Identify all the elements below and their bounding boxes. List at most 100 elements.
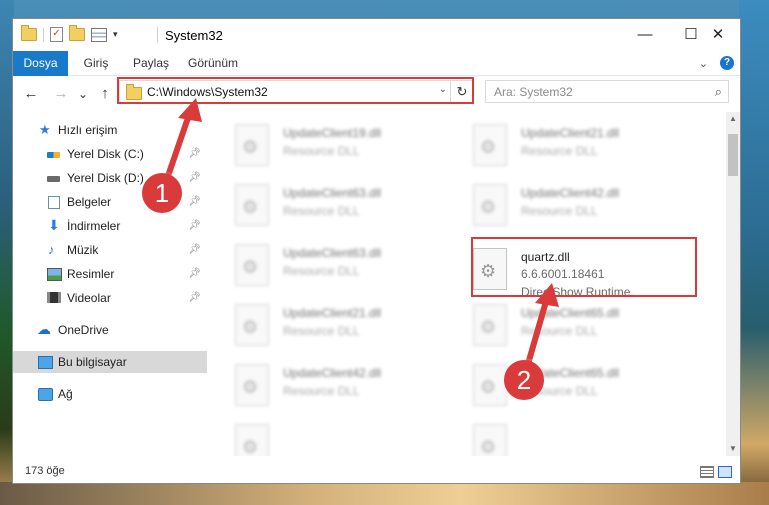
window-title: System32: [165, 28, 223, 43]
tab-gorunum[interactable]: Görünüm: [183, 51, 243, 75]
file-explorer-window: ✓ ▾ System32 — ☐ ✕ Dosya Giriş Paylaş Gö…: [12, 18, 741, 484]
pin-icon[interactable]: 📌︎: [188, 215, 201, 237]
file-description: Resource DLL: [283, 264, 360, 278]
file-name: UpdateClient63.dll: [283, 186, 382, 200]
back-button[interactable]: ←: [21, 84, 41, 104]
pin-icon[interactable]: 📌︎: [188, 263, 201, 285]
file-item[interactable]: UpdateClient42.dll Resource DLL: [209, 358, 439, 410]
desktop-background-right: [739, 0, 769, 505]
file-item[interactable]: [209, 418, 439, 456]
file-item[interactable]: [447, 418, 677, 456]
dll-file-icon: [235, 424, 269, 456]
pin-icon[interactable]: 📌︎: [188, 239, 201, 261]
file-item[interactable]: UpdateClient63.dll Resource DLL: [209, 238, 439, 290]
large-icons-view-icon[interactable]: [718, 466, 732, 478]
ribbon-tabs: Dosya Giriş Paylaş Görünüm ⌄ ?: [13, 51, 740, 103]
minimize-button[interactable]: —: [622, 19, 668, 51]
star-icon: ★: [39, 122, 51, 137]
sidebar-item-label: Yerel Disk (D:): [67, 171, 144, 185]
file-name: UpdateClient21.dll: [283, 306, 382, 320]
sidebar-item-resimler[interactable]: Resimler 📌︎: [13, 263, 207, 285]
sidebar-item-label: Müzik: [67, 243, 99, 257]
sidebar-item-label: Belgeler: [67, 195, 112, 209]
ribbon-controls: ⌄ ?: [699, 51, 734, 75]
file-description: Resource DLL: [521, 204, 598, 218]
file-name: UpdateClient42.dll: [521, 186, 620, 200]
sidebar-item-label: Videolar: [67, 291, 111, 305]
sidebar-item-network[interactable]: Ağ: [13, 383, 207, 405]
forward-button[interactable]: →: [51, 84, 71, 104]
music-icon: ♪: [48, 242, 55, 257]
tab-giris[interactable]: Giriş: [75, 51, 117, 75]
close-button[interactable]: ✕: [695, 19, 741, 51]
sidebar-item-this-pc[interactable]: Bu bilgisayar: [13, 351, 207, 373]
sidebar-item-videolar[interactable]: Videolar 📌︎: [13, 287, 207, 309]
scroll-up-icon[interactable]: ▲: [729, 114, 737, 123]
new-folder-icon[interactable]: [69, 25, 85, 41]
file-item[interactable]: UpdateClient63.dll Resource DLL: [209, 178, 439, 230]
search-placeholder: Ara: System32: [494, 85, 573, 99]
network-icon: [38, 388, 53, 401]
properties-check-icon[interactable]: ✓: [50, 27, 63, 42]
file-name: UpdateClient63.dll: [283, 246, 382, 260]
scrollbar-thumb[interactable]: [728, 134, 738, 176]
toolbar-separator: [43, 27, 44, 42]
file-item[interactable]: UpdateClient19.dll Resource DLL: [209, 118, 439, 170]
file-item[interactable]: UpdateClient21.dll Resource DLL: [447, 118, 677, 170]
pin-icon[interactable]: 📌︎: [188, 143, 201, 165]
view-properties-icon[interactable]: [91, 27, 107, 42]
dll-file-icon: [473, 124, 507, 166]
file-item[interactable]: UpdateClient21.dll Resource DLL: [209, 298, 439, 350]
search-icon[interactable]: ⌕: [715, 84, 722, 100]
pin-icon[interactable]: 📌︎: [188, 191, 201, 213]
customize-toolbar-dropdown-icon[interactable]: ▾: [113, 29, 118, 40]
drive-icon: [47, 176, 60, 182]
chevron-down-icon[interactable]: ⌄: [699, 57, 708, 70]
onedrive-icon: ☁: [37, 321, 51, 337]
file-description: Resource DLL: [283, 384, 360, 398]
file-item[interactable]: UpdateClient65.dll Resource DLL: [447, 298, 677, 350]
scroll-down-icon[interactable]: ▼: [729, 444, 737, 453]
documents-icon: [48, 196, 60, 209]
dll-file-icon: [235, 304, 269, 346]
sidebar-item-indirmeler[interactable]: ⬇ İndirmeler 📌︎: [13, 215, 207, 237]
sidebar-item-label: Hızlı erişim: [58, 123, 118, 137]
vertical-scrollbar[interactable]: ▲ ▼: [726, 112, 740, 456]
pin-icon[interactable]: 📌︎: [188, 287, 201, 309]
navigation-pane: ★ Hızlı erişim Yerel Disk (C:) 📌︎ Yerel …: [13, 112, 209, 456]
details-view-icon[interactable]: [700, 466, 714, 478]
sidebar-item-onedrive[interactable]: ☁ OneDrive: [13, 319, 207, 341]
navigation-bar: ← → ⌄ ↑ C:\Windows\System32 ⌄ ↻ Ara: Sys…: [13, 76, 740, 112]
file-item[interactable]: UpdateClient42.dll Resource DLL: [447, 178, 677, 230]
file-description: Resource DLL: [283, 144, 360, 158]
dll-file-icon: [235, 364, 269, 406]
file-description: Resource DLL: [521, 144, 598, 158]
recent-locations-button[interactable]: ⌄: [73, 84, 93, 104]
pin-icon[interactable]: 📌︎: [188, 167, 201, 189]
file-name: UpdateClient19.dll: [283, 126, 382, 140]
this-pc-icon: [38, 356, 53, 369]
sidebar-item-disk-c[interactable]: Yerel Disk (C:) 📌︎: [13, 143, 207, 165]
step1-badge: 1: [142, 173, 182, 213]
help-icon[interactable]: ?: [720, 56, 734, 70]
pictures-icon: [47, 268, 62, 281]
quick-access-toolbar: ✓ ▾: [21, 25, 118, 42]
file-item[interactable]: UpdateClient65.dll Resource DLL: [447, 358, 677, 410]
search-input[interactable]: Ara: System32 ⌕: [485, 80, 729, 103]
sidebar-item-label: OneDrive: [58, 323, 109, 337]
file-highlight-box: [471, 237, 697, 297]
desktop-background-bottom: [0, 482, 769, 505]
file-list: UpdateClient19.dll Resource DLL UpdateCl…: [209, 112, 726, 456]
up-button[interactable]: ↑: [95, 84, 115, 104]
status-bar: 173 öğe: [13, 461, 740, 483]
file-name: UpdateClient42.dll: [283, 366, 382, 380]
dll-file-icon: [235, 184, 269, 226]
sidebar-item-muzik[interactable]: ♪ Müzik 📌︎: [13, 239, 207, 261]
dll-file-icon: [473, 424, 507, 456]
tab-paylas[interactable]: Paylaş: [125, 51, 177, 75]
sidebar-item-label: İndirmeler: [67, 219, 121, 233]
title-bar: ✓ ▾ System32 — ☐ ✕: [13, 19, 740, 51]
sidebar-item-quick-access[interactable]: ★ Hızlı erişim: [13, 119, 207, 141]
file-description: Resource DLL: [283, 324, 360, 338]
dll-file-icon: [473, 364, 507, 406]
